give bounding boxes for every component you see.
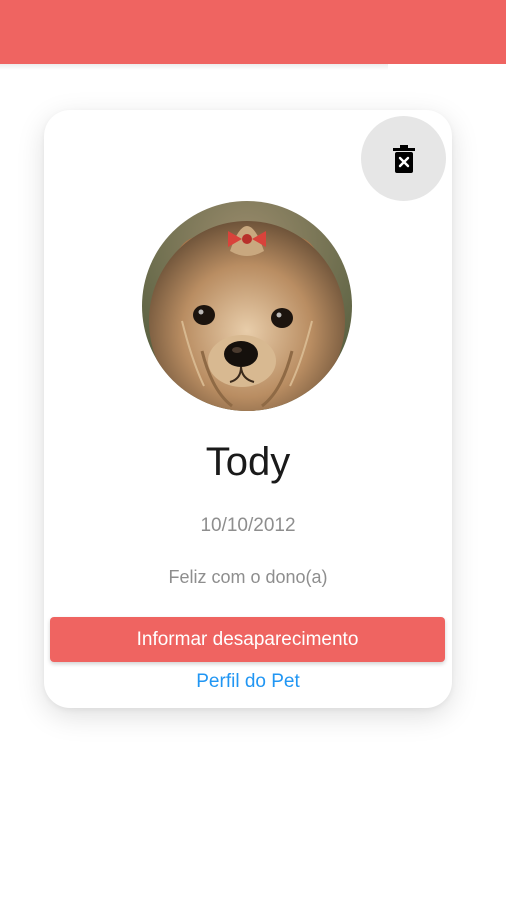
pet-card: Tody 10/10/2012 Feliz com o dono(a) Info… [44, 110, 452, 708]
pet-birth-date: 10/10/2012 [200, 515, 296, 536]
app-bar-gap [388, 64, 506, 70]
pet-photo [142, 201, 352, 411]
report-missing-label: Informar desaparecimento [136, 628, 359, 650]
report-missing-button[interactable]: Informar desaparecimento [50, 617, 445, 662]
app-bar [0, 0, 506, 64]
pet-status: Feliz com o dono(a) [168, 567, 328, 587]
delete-pet-button[interactable] [361, 116, 446, 201]
app-bar-shadow [0, 64, 388, 70]
trash-x-icon [392, 144, 415, 173]
pet-name: Tody [205, 440, 291, 484]
pet-profile-link[interactable]: Perfil do Pet [44, 671, 452, 693]
